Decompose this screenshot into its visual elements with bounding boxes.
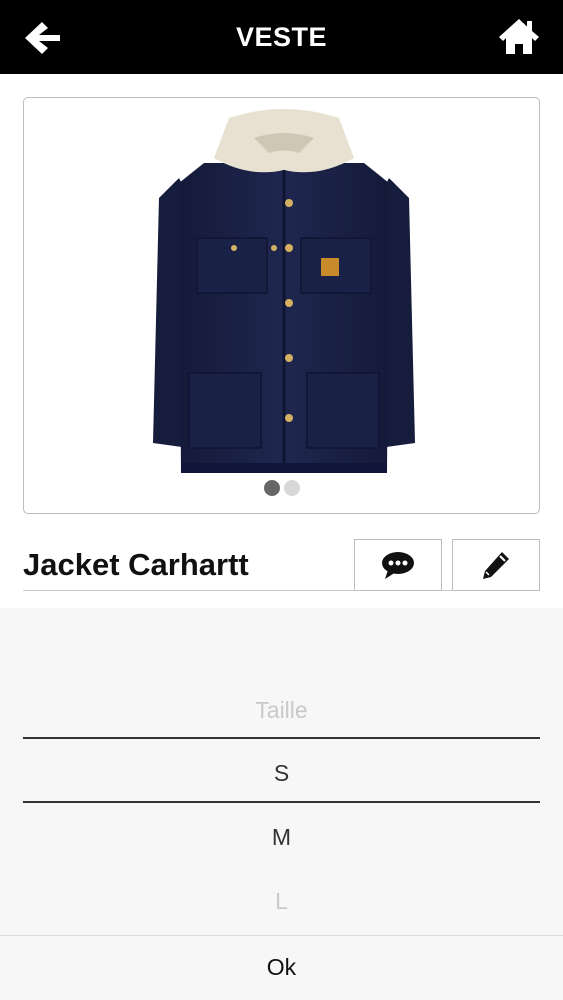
pencil-icon [483,552,509,579]
product-name: Jacket Carhartt [23,547,249,582]
carousel-dot[interactable] [263,480,280,496]
top-bar: VESTE [0,0,563,74]
picker-selection-bottom-line [23,801,540,803]
product-image-carousel[interactable] [23,97,540,514]
edit-button[interactable] [452,539,540,591]
ok-button[interactable]: Ok [0,935,563,1000]
size-picker[interactable]: Taille S M L Ok [0,608,563,1000]
picker-selection-top-line [23,737,540,739]
jacket-image [153,109,415,473]
picker-option-selected[interactable]: S [0,760,563,787]
carousel-indicator [24,480,539,501]
comment-icon [382,552,414,579]
home-button[interactable] [497,16,541,56]
carousel-dot[interactable] [283,480,300,496]
picker-option[interactable]: L [0,888,563,915]
picker-placeholder: Taille [255,697,308,723]
page-title: VESTE [235,22,328,52]
home-icon [499,19,539,54]
comment-button[interactable] [354,539,442,591]
picker-option[interactable]: M [0,824,563,851]
